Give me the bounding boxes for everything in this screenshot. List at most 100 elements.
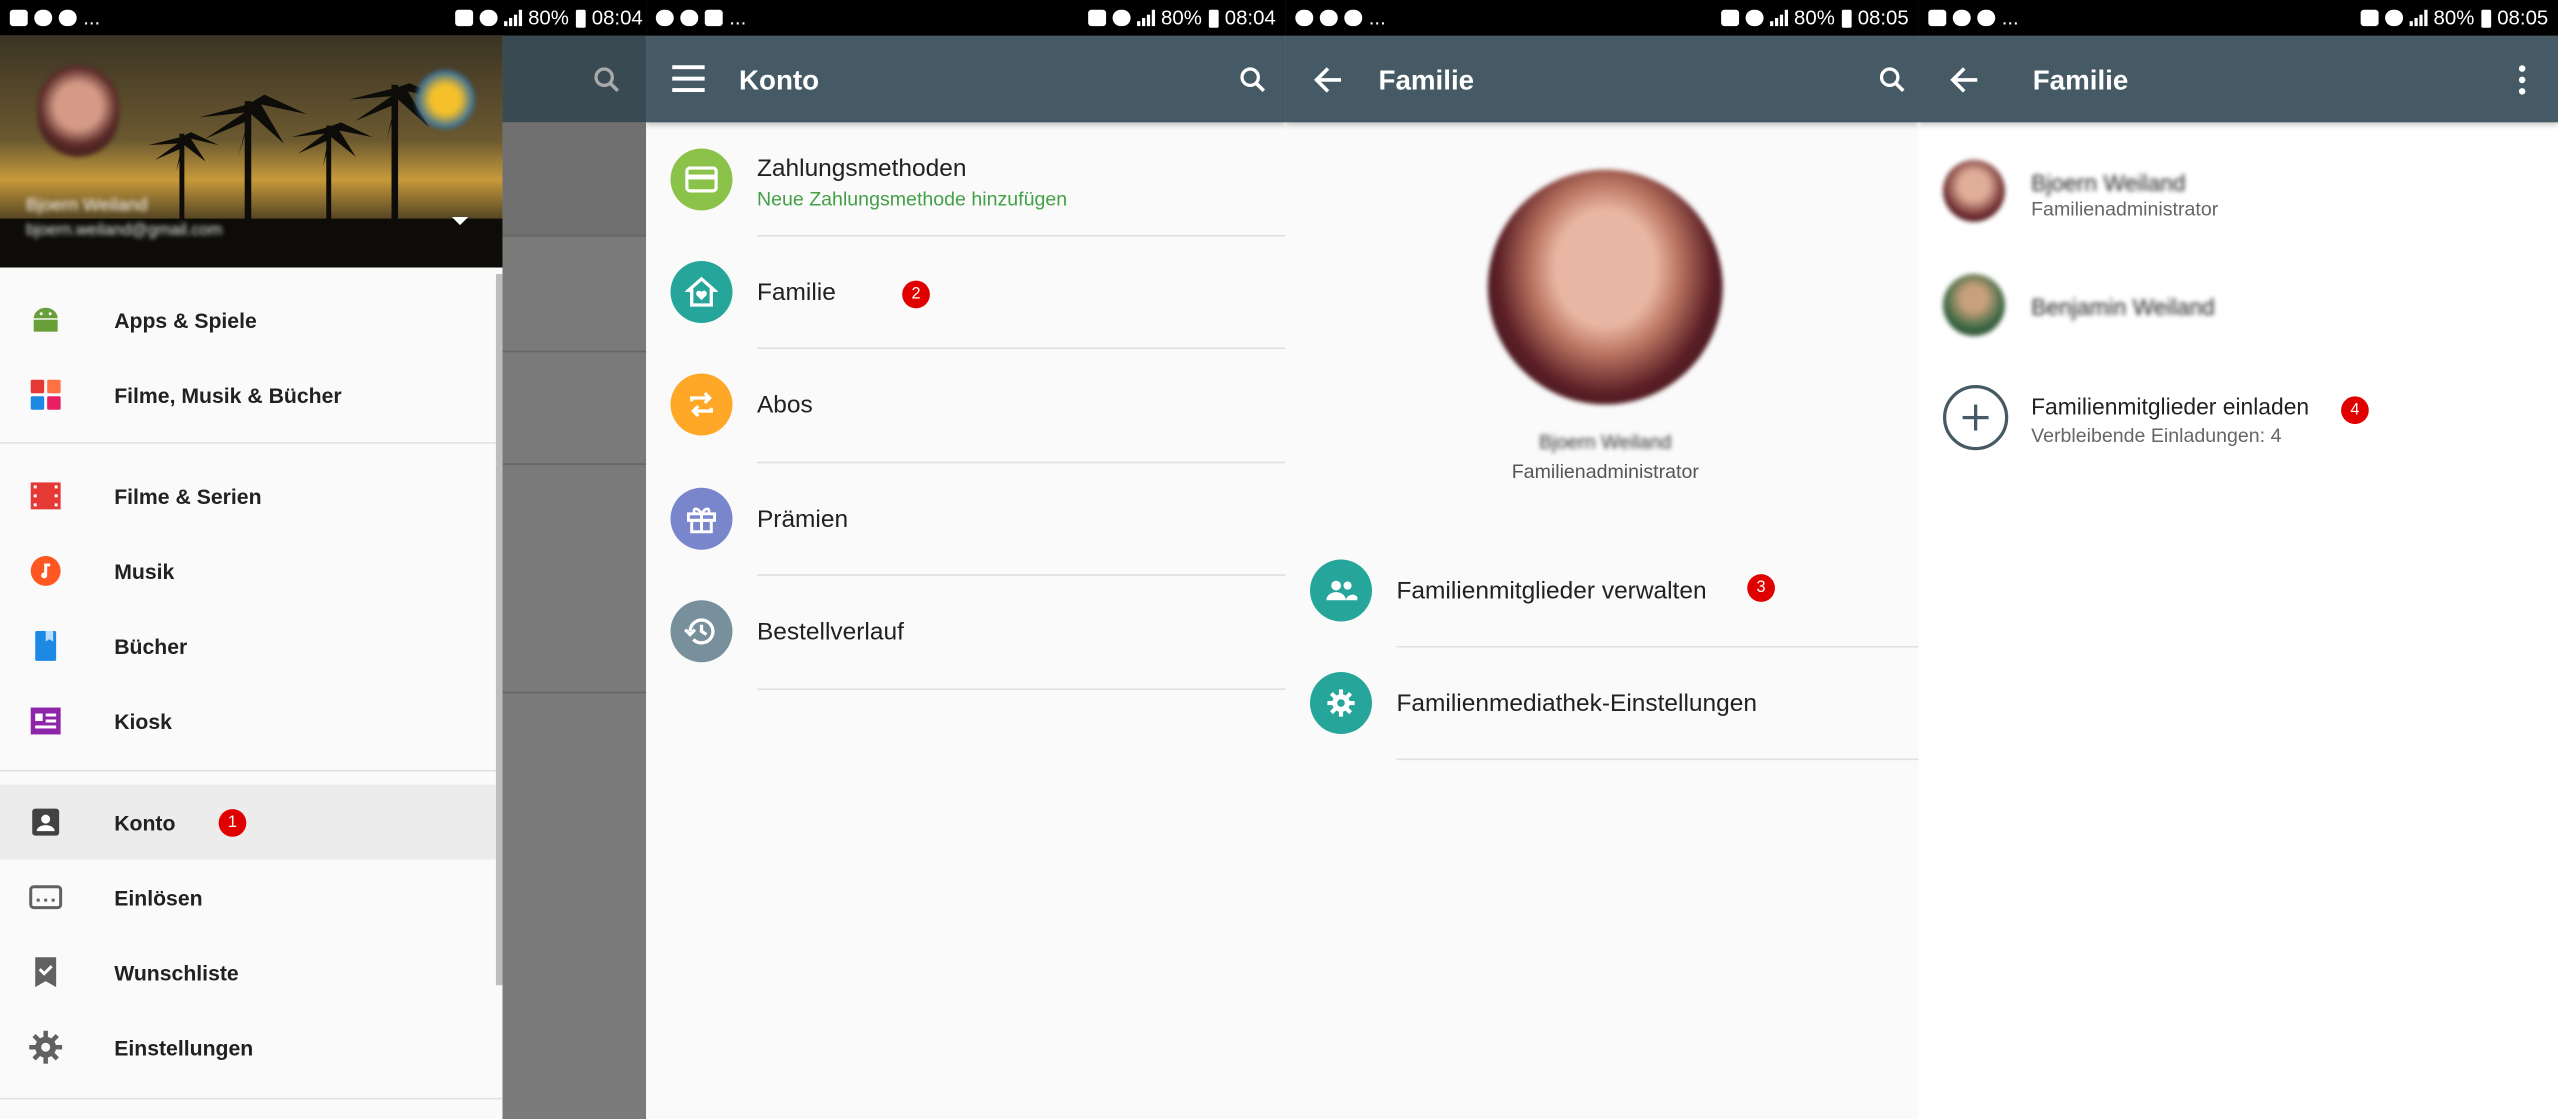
divider xyxy=(0,1097,503,1100)
film-icon xyxy=(30,482,61,510)
list-item-praemien[interactable]: Prämien xyxy=(646,463,1286,574)
user-name: Bjoern Weiland xyxy=(26,195,148,216)
drawer-item-label: Apps & Spiele xyxy=(114,307,257,332)
profile-role: Familienadministrator xyxy=(1511,459,1699,483)
signal-icon xyxy=(1136,9,1155,27)
kiosk-icon xyxy=(30,707,61,735)
drawer-item-movies[interactable]: Filme & Serien xyxy=(0,458,502,533)
drawer-item-konto[interactable]: Konto 1 xyxy=(0,784,503,860)
group-icon xyxy=(1310,559,1373,622)
battery-level: 80% xyxy=(1794,6,1835,30)
drawer-item-redeem[interactable]: Einlösen xyxy=(0,860,502,935)
battery-icon xyxy=(2480,8,2491,27)
back-arrow-icon[interactable] xyxy=(1312,64,1345,97)
chat-icon xyxy=(1952,9,1971,27)
member-row[interactable]: Benjamin Weiland xyxy=(1919,245,2558,369)
more-notifications: ... xyxy=(83,6,101,30)
android-icon xyxy=(33,307,58,332)
list-item-payment[interactable]: Zahlungsmethoden Neue Zahlungsmethode hi… xyxy=(646,124,1286,235)
wifi-icon xyxy=(479,9,498,27)
wishlist-icon xyxy=(35,957,57,988)
mute-icon xyxy=(1087,9,1106,27)
member-row[interactable]: Bjoern Weiland Familienadministrator xyxy=(1919,137,2558,245)
chat-icon xyxy=(34,9,53,27)
chat-icon xyxy=(1295,9,1314,27)
drawer-item-label: Wunschliste xyxy=(114,959,239,985)
app-bar: Familie xyxy=(1918,35,2558,123)
step-badge: 1 xyxy=(218,809,247,837)
drawer-item-settings[interactable]: Einstellungen xyxy=(0,1010,502,1085)
drawer-header: Bjoern Weiland bjoern.weiland@gmail.com xyxy=(0,35,503,268)
gallery-icon xyxy=(1928,9,1947,27)
divider xyxy=(1396,758,1919,761)
user-email: bjoern.weiland@gmail.com xyxy=(26,221,223,240)
background-app-scrim[interactable] xyxy=(502,35,653,1119)
music-icon xyxy=(30,555,61,586)
item-label: Familie xyxy=(756,278,836,307)
battery-level: 80% xyxy=(1161,6,1202,30)
panel-drawer: ... 80% 08:04 Bjoern Weiland bjoern.weil… xyxy=(0,0,653,1119)
drawer-item-media[interactable]: Filme, Musik & Bücher xyxy=(0,357,502,432)
drawer-item-wishlist[interactable]: Wunschliste xyxy=(0,935,502,1010)
drawer-item-books[interactable]: Bücher xyxy=(0,608,502,683)
chat-icon xyxy=(1319,9,1338,27)
drawer-item-apps[interactable]: Apps & Spiele xyxy=(0,282,502,357)
skype-icon xyxy=(680,9,699,27)
drawer-scrollbar[interactable] xyxy=(495,274,503,986)
list-item-abos[interactable]: Abos xyxy=(646,349,1286,460)
page-title: Familie xyxy=(1378,65,1475,97)
status-bar: ... 80% 08:04 xyxy=(646,0,1286,36)
profile-avatar xyxy=(1487,169,1723,405)
clock: 08:05 xyxy=(1857,6,1909,30)
step-badge: 2 xyxy=(902,280,930,309)
more-options-icon[interactable] xyxy=(2517,64,2527,97)
member-role: Familienadministrator xyxy=(2031,197,2219,221)
signal-icon xyxy=(2409,9,2428,27)
clock: 08:04 xyxy=(1224,6,1276,30)
item-label: Familienmitglieder verwalten xyxy=(1396,577,1707,606)
status-bar: ... 80% 08:05 xyxy=(1918,0,2558,36)
member-name: Bjoern Weiland xyxy=(2031,169,2186,196)
dropdown-arrow-icon[interactable] xyxy=(450,215,470,228)
drawer-item-label: Einlösen xyxy=(114,884,203,910)
chat-icon xyxy=(655,9,674,27)
item-label: Prämien xyxy=(756,505,849,534)
skype-icon xyxy=(58,9,77,27)
clock: 08:04 xyxy=(591,6,643,30)
step-badge: 3 xyxy=(1747,574,1775,602)
divider xyxy=(0,442,503,444)
drawer-item-music[interactable]: Musik xyxy=(0,533,502,608)
status-bar: ... 80% 08:04 xyxy=(0,0,653,36)
search-icon[interactable] xyxy=(1237,64,1270,97)
more-notifications: ... xyxy=(1368,6,1386,30)
redeem-icon xyxy=(29,885,63,910)
wifi-icon xyxy=(2384,9,2403,27)
list-item-bestellverlauf[interactable]: Bestellverlauf xyxy=(646,576,1286,687)
subscription-icon xyxy=(670,373,733,436)
page-title: Konto xyxy=(739,65,820,97)
list-item-library-settings[interactable]: Familienmediathek-Einstellungen xyxy=(1286,648,1919,759)
avatar[interactable] xyxy=(37,65,120,157)
gallery-icon xyxy=(704,9,723,27)
screenshot-collage: ... 80% 08:04 Bjoern Weiland bjoern.weil… xyxy=(0,0,2558,1119)
drawer-item-label: Filme & Serien xyxy=(114,483,262,509)
account-switch-avatar[interactable] xyxy=(416,70,475,129)
list-item-familie[interactable]: Familie 2 xyxy=(646,237,1286,348)
mute-icon xyxy=(2360,9,2379,27)
add-icon xyxy=(1942,384,2009,451)
history-icon xyxy=(670,600,733,663)
gallery-icon xyxy=(9,9,28,27)
menu-icon[interactable] xyxy=(672,64,705,93)
invite-members-row[interactable]: Familienmitglieder einladen Verbleibende… xyxy=(1919,369,2558,473)
divider xyxy=(756,688,1286,690)
back-arrow-icon[interactable] xyxy=(1948,64,1981,97)
battery-level: 80% xyxy=(2433,6,2475,30)
drawer-item-label: Filme, Musik & Bücher xyxy=(114,382,342,407)
drawer-item-kiosk[interactable]: Kiosk xyxy=(0,683,502,758)
wifi-icon xyxy=(1745,9,1764,27)
invite-sublabel: Verbleibende Einladungen: 4 xyxy=(2031,424,2282,447)
panel-familie: ... 80% 08:05 Familie Bjoern Weiland Fami… xyxy=(1285,0,1919,1119)
list-item-manage-members[interactable]: Familienmitglieder verwalten 3 xyxy=(1286,535,1919,646)
search-icon[interactable] xyxy=(1876,64,1909,97)
item-sublabel[interactable]: Neue Zahlungsmethode hinzufügen xyxy=(757,188,1067,211)
